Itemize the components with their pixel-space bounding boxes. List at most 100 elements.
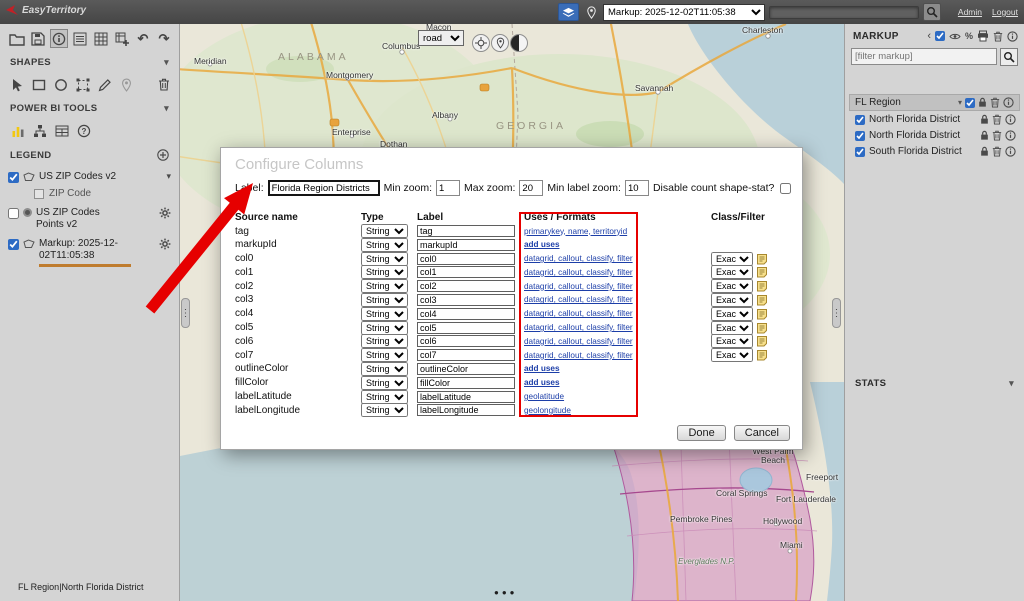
bottom-drag-handle[interactable]: ●●● bbox=[494, 588, 518, 597]
item-checkbox[interactable] bbox=[855, 147, 865, 157]
chevron-down-icon[interactable]: ▾ bbox=[958, 98, 962, 107]
column-label-input[interactable] bbox=[417, 253, 515, 265]
add-table-button[interactable] bbox=[113, 29, 131, 48]
item-checkbox[interactable] bbox=[855, 131, 865, 141]
column-label-input[interactable] bbox=[417, 239, 515, 251]
column-label-input[interactable] bbox=[417, 404, 515, 416]
data-table-button[interactable] bbox=[52, 121, 71, 140]
uses-formats-link[interactable]: datagrid, callout, classify, filter bbox=[524, 295, 633, 304]
layer-row-zip-points[interactable]: US ZIP Codes Points v2 bbox=[4, 203, 175, 234]
class-filter-select[interactable]: Exact bbox=[711, 252, 753, 266]
uses-formats-link[interactable]: datagrid, callout, classify, filter bbox=[524, 268, 633, 277]
edit-note-icon[interactable] bbox=[756, 335, 768, 347]
filter-search-button[interactable] bbox=[1000, 48, 1018, 66]
grid-panel-button[interactable] bbox=[92, 29, 110, 48]
layer-checkbox[interactable] bbox=[8, 172, 19, 183]
search-button[interactable] bbox=[923, 3, 941, 21]
legend-section-header[interactable]: LEGEND bbox=[0, 143, 179, 163]
select-tool-button[interactable] bbox=[8, 75, 27, 94]
visibility-eye-icon[interactable] bbox=[949, 32, 961, 41]
uses-formats-link[interactable]: geolongitude bbox=[524, 406, 571, 415]
locate-button[interactable] bbox=[472, 34, 490, 52]
filter-markup-input[interactable] bbox=[851, 48, 997, 65]
pin-tool-button[interactable] bbox=[117, 75, 136, 94]
print-icon[interactable] bbox=[977, 30, 989, 42]
redo-button[interactable]: ↷ bbox=[155, 29, 173, 48]
help-button[interactable] bbox=[74, 121, 93, 140]
class-filter-select[interactable]: Exact bbox=[711, 279, 753, 293]
column-label-input[interactable] bbox=[417, 225, 515, 237]
powerbi-section-header[interactable]: POWER BI TOOLS ▾ bbox=[0, 97, 179, 116]
uses-formats-link[interactable]: datagrid, callout, classify, filter bbox=[524, 309, 633, 318]
uses-formats-link[interactable]: datagrid, callout, classify, filter bbox=[524, 351, 633, 360]
column-label-input[interactable] bbox=[417, 266, 515, 278]
contrast-toggle-button[interactable] bbox=[510, 34, 528, 52]
type-select[interactable]: String bbox=[361, 348, 408, 362]
layer-row-markup[interactable]: Markup: 2025-12-02T11:05:38 bbox=[4, 234, 175, 270]
layer-checkbox[interactable] bbox=[8, 239, 19, 250]
type-select[interactable]: String bbox=[361, 293, 408, 307]
type-select[interactable]: String bbox=[361, 362, 408, 376]
disable-count-checkbox[interactable] bbox=[780, 183, 791, 194]
layers-button[interactable] bbox=[558, 3, 579, 21]
type-select[interactable]: String bbox=[361, 403, 408, 417]
edit-note-icon[interactable] bbox=[756, 294, 768, 306]
uses-formats-link[interactable]: add uses bbox=[524, 378, 560, 387]
class-filter-select[interactable]: Exact bbox=[711, 293, 753, 307]
type-select[interactable]: String bbox=[361, 334, 408, 348]
collapse-chevron-icon[interactable]: ‹ bbox=[927, 31, 931, 42]
type-select[interactable]: String bbox=[361, 321, 408, 335]
done-button[interactable]: Done bbox=[677, 425, 725, 441]
delete-shape-button[interactable] bbox=[154, 75, 173, 94]
column-label-input[interactable] bbox=[417, 308, 515, 320]
layer-label-input[interactable] bbox=[268, 180, 380, 196]
chevron-down-icon[interactable]: ▾ bbox=[166, 171, 171, 182]
save-button[interactable] bbox=[29, 29, 47, 48]
layer-row-us-zip-codes[interactable]: US ZIP Codes v2 ▾ bbox=[4, 167, 175, 186]
cancel-button[interactable]: Cancel bbox=[734, 425, 790, 441]
streetside-button[interactable] bbox=[491, 34, 509, 52]
edit-note-icon[interactable] bbox=[756, 253, 768, 265]
class-filter-select[interactable]: Exact bbox=[711, 265, 753, 279]
type-select[interactable]: String bbox=[361, 279, 408, 293]
multiselect-tool-button[interactable] bbox=[74, 75, 93, 94]
layer-settings-gear[interactable] bbox=[159, 207, 171, 219]
class-filter-select[interactable]: Exact bbox=[711, 321, 753, 335]
add-layer-icon[interactable] bbox=[157, 149, 169, 161]
column-label-input[interactable] bbox=[417, 391, 515, 403]
uses-formats-link[interactable]: primarykey, name, territoryid bbox=[524, 227, 627, 236]
draw-tool-button[interactable] bbox=[96, 75, 115, 94]
type-select[interactable]: String bbox=[361, 224, 408, 238]
edit-note-icon[interactable] bbox=[756, 349, 768, 361]
rectangle-tool-button[interactable] bbox=[30, 75, 49, 94]
markup-item-row[interactable]: North Florida District bbox=[845, 127, 1024, 143]
layer-checkbox[interactable] bbox=[8, 208, 19, 219]
type-select[interactable]: String bbox=[361, 307, 408, 321]
uses-formats-link[interactable]: add uses bbox=[524, 364, 560, 373]
column-label-input[interactable] bbox=[417, 349, 515, 361]
circle-tool-button[interactable] bbox=[52, 75, 71, 94]
min-label-zoom-input[interactable] bbox=[625, 180, 649, 196]
type-select[interactable]: String bbox=[361, 252, 408, 266]
undo-button[interactable]: ↶ bbox=[134, 29, 152, 48]
class-filter-select[interactable]: Exact bbox=[711, 334, 753, 348]
list-panel-button[interactable] bbox=[71, 29, 89, 48]
trash-icon[interactable] bbox=[990, 97, 1000, 108]
hierarchy-button[interactable] bbox=[30, 121, 49, 140]
markup-item-row[interactable]: North Florida District bbox=[845, 111, 1024, 127]
identify-tool-button[interactable] bbox=[50, 29, 68, 48]
type-select[interactable]: String bbox=[361, 390, 408, 404]
select-all-checkbox[interactable] bbox=[935, 31, 945, 41]
column-label-input[interactable] bbox=[417, 294, 515, 306]
column-label-input[interactable] bbox=[417, 363, 515, 375]
logout-link[interactable]: Logout bbox=[992, 7, 1018, 17]
trash-icon[interactable] bbox=[992, 146, 1002, 157]
lock-icon[interactable] bbox=[978, 97, 987, 108]
trash-icon[interactable] bbox=[992, 114, 1002, 125]
max-zoom-input[interactable] bbox=[519, 180, 543, 196]
layer-settings-gear[interactable] bbox=[159, 238, 171, 250]
info-icon[interactable] bbox=[1005, 146, 1016, 157]
trash-icon[interactable] bbox=[992, 130, 1002, 141]
type-select[interactable]: String bbox=[361, 265, 408, 279]
column-label-input[interactable] bbox=[417, 322, 515, 334]
